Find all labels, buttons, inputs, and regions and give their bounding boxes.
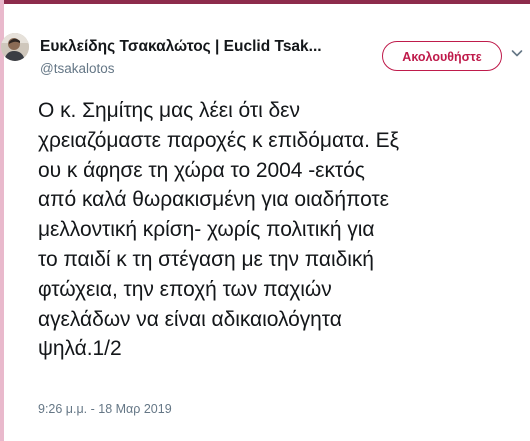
avatar[interactable] — [1, 33, 29, 61]
tweet-text-line: μελλοντική κρίση- χωρίς πολιτική για — [38, 218, 375, 242]
tweet-text: Ο κ. Σημίτης μας λέει ότι δεν χρειαζόμασ… — [38, 96, 530, 364]
follow-button[interactable]: Ακολουθήστε — [382, 41, 502, 71]
tweet-text-line: ου κ άφησε τη χώρα το 2004 -εκτός — [38, 158, 365, 182]
profile-photo-icon — [1, 33, 29, 61]
chevron-down-icon[interactable] — [510, 46, 524, 60]
author-display-name[interactable]: Ευκλείδης Τσακαλώτος | Euclid Tsak... — [40, 37, 365, 57]
tweet-text-line: το παιδί κ τη στέγαση με την παιδική — [38, 247, 374, 271]
author-handle[interactable]: @tsakalotos — [40, 60, 115, 78]
tweet-text-line: χρειαζόμαστε παροχές κ επιδόματα. Εξ — [38, 128, 399, 152]
tweet-card: Ευκλείδης Τσακαλώτος | Euclid Tsak... @t… — [0, 0, 530, 441]
tweet-text-line: από καλά θωρακισμένη για οιαδήποτε — [38, 188, 389, 212]
tweet-timestamp[interactable]: 9:26 μ.μ. - 18 Μαρ 2019 — [38, 401, 172, 417]
tweet-text-line: ψηλά.1/2 — [38, 337, 122, 361]
tweet-text-line: Ο κ. Σημίτης μας λέει ότι δεν — [38, 99, 300, 122]
tweet-text-line: αγελάδων να είναι αδικαιολόγητα — [38, 307, 342, 331]
tweet-text-line: φτώχεια, την εποχή των παχιών — [38, 277, 332, 301]
